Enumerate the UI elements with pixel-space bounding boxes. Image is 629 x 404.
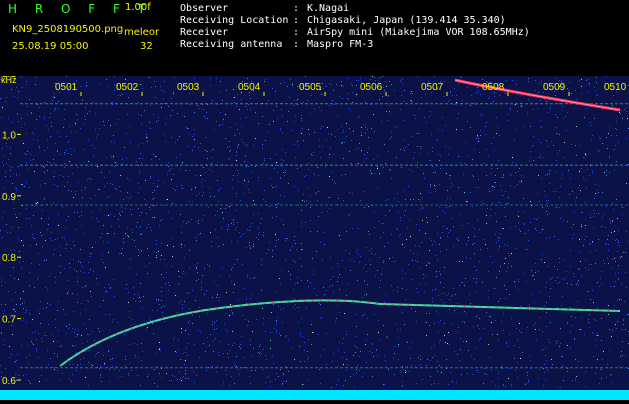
time-tick-label: 0504 [238,82,261,93]
header-panel: H R O F F T 1.00f KN9_2508190500.png mel… [0,0,629,76]
y-tick-label: 0.7 [2,315,16,326]
time-tick-label: 0502 [116,82,139,93]
count-value: 32 [140,41,153,52]
time-tick-label: 0503 [177,82,200,93]
info-row-observer: Observer: K.Nagai [180,3,350,14]
time-tick-label: 0501 [55,82,78,93]
time-tick-label: 0506 [360,82,383,93]
station-info: Observer: K.Nagai Receiving Location: Chig… [180,3,530,51]
file-name: KN9_2508190500.png [12,24,124,35]
time-tick-label: 0508 [482,82,505,93]
baseline-band [0,390,629,400]
time-tick-label: 0509 [543,82,566,93]
time-tick-label: 0510 [604,82,627,93]
y-tick-label: 0.6 [2,376,16,387]
time-tick-label: 0507 [421,82,444,93]
mode-label: meleor [124,27,160,38]
spectrogram-panel: kHz 1.11.00.90.80.70.6 05010502050305040… [0,54,629,400]
y-tick-label: 1.1 [2,76,16,80]
info-row-location: Receiving Location: Chigasaki, Japan (139… [180,15,506,26]
spectrogram-background [0,76,629,400]
app-version: 1.00f [125,2,151,13]
y-tick-label: 1.0 [2,130,16,141]
info-row-antenna: Receiving antenna: Maspro FM-3 [180,39,374,50]
spectrogram-image: kHz 1.11.00.90.80.70.6 05010502050305040… [0,54,629,400]
info-row-receiver: Receiver: AirSpy mini (Miakejima VOR 108.… [180,27,530,38]
time-tick-label: 0505 [299,82,322,93]
y-tick-label: 0.9 [2,192,16,203]
y-tick-label: 0.8 [2,253,16,264]
timestamp: 25.08.19 05:00 [12,41,89,52]
